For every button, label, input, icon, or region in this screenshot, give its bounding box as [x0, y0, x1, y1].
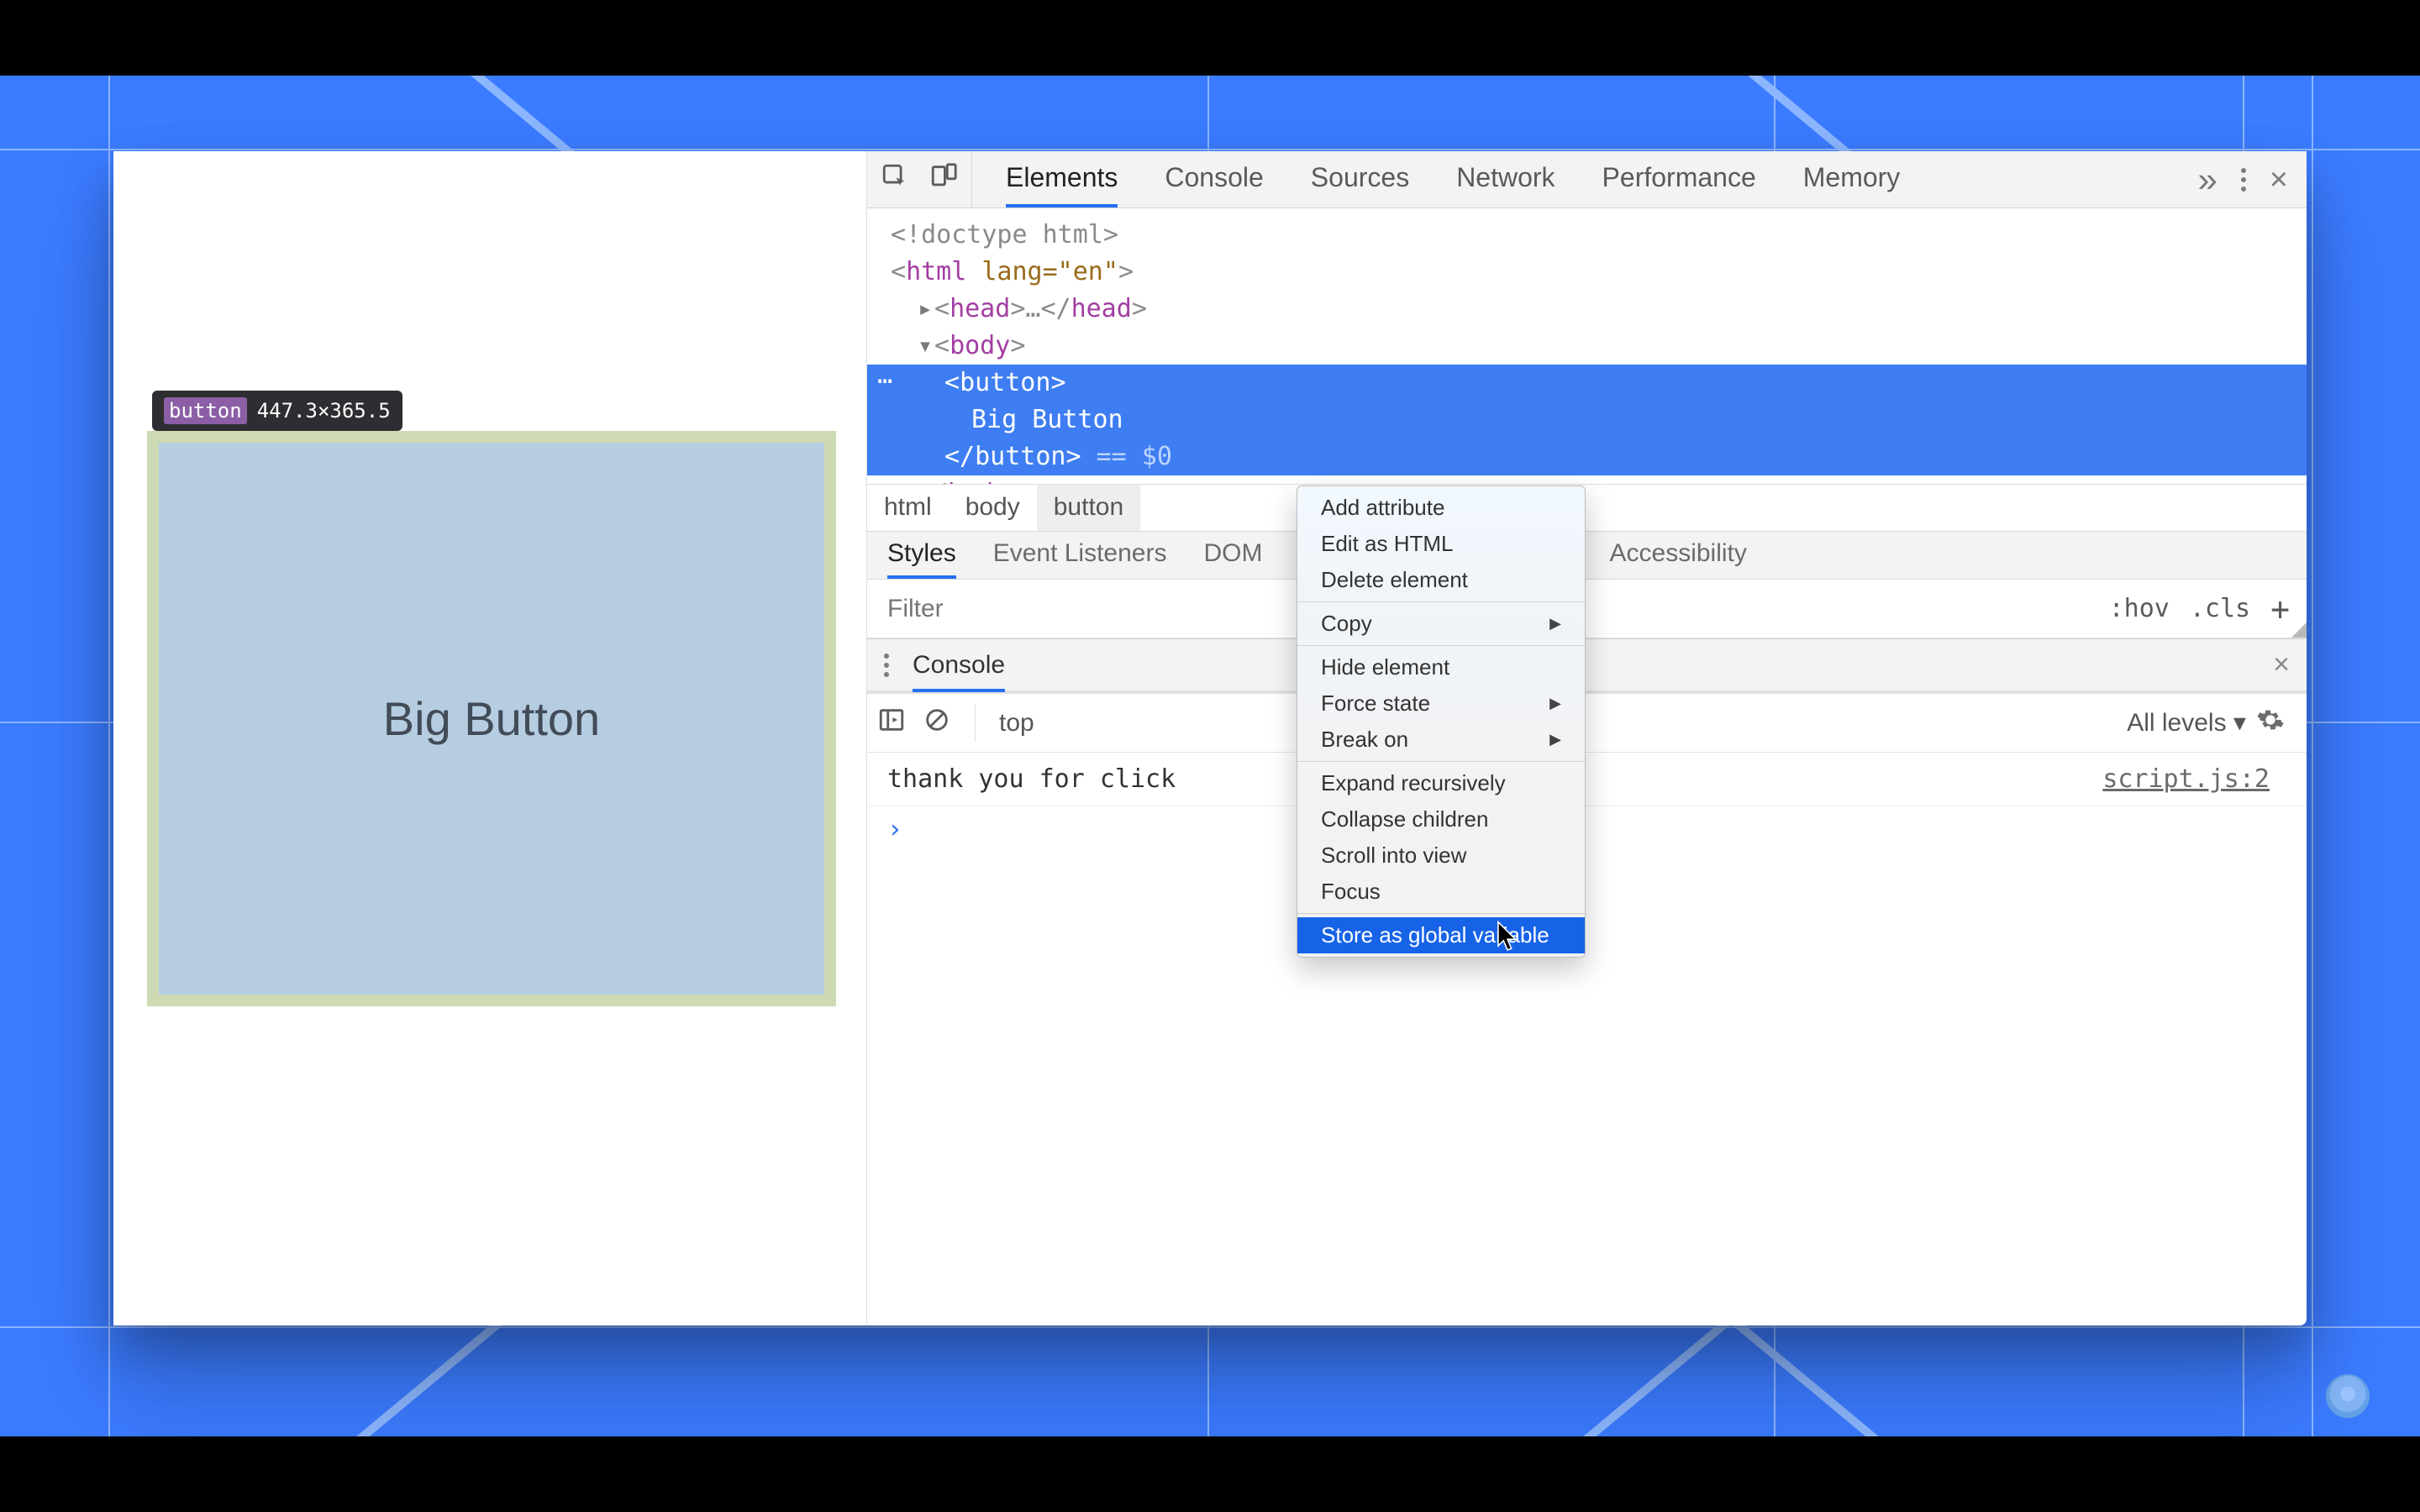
chrome-logo-icon [2326, 1374, 2370, 1418]
tab-console[interactable]: Console [1165, 151, 1263, 207]
dom-selected-node[interactable]: ⋯ <button> Big Button </button> == $0 [867, 365, 2307, 475]
crumb-button[interactable]: button [1037, 485, 1140, 531]
slide-canvas: button 447.3×365.5 Big Button Ele [0, 76, 2420, 1436]
ctx-collapse-children[interactable]: Collapse children [1297, 801, 1585, 837]
dom-tree[interactable]: <!doctype html> <html lang="en"> ▸<head>… [867, 208, 2307, 484]
ctx-force-state[interactable]: Force state [1297, 685, 1585, 722]
tab-sources[interactable]: Sources [1311, 151, 1409, 207]
console-output[interactable]: thank you for click script.js:2 › [867, 753, 2307, 853]
tab-performance[interactable]: Performance [1602, 151, 1756, 207]
inspect-element-icon[interactable] [881, 162, 909, 197]
console-prompt[interactable]: › [867, 806, 2307, 853]
ctx-add-attribute[interactable]: Add attribute [1297, 490, 1585, 526]
ctx-break-on[interactable]: Break on [1297, 722, 1585, 758]
device-toggle-icon[interactable] [929, 162, 958, 197]
close-devtools-icon[interactable]: × [2270, 164, 2288, 196]
ctx-copy[interactable]: Copy [1297, 606, 1585, 642]
devtools-tablist: Elements Console Sources Network Perform… [972, 151, 1933, 207]
crumb-html[interactable]: html [867, 485, 949, 531]
ctx-edit-as-html[interactable]: Edit as HTML [1297, 526, 1585, 562]
crumb-body[interactable]: body [949, 485, 1037, 531]
ctx-scroll-into-view[interactable]: Scroll into view [1297, 837, 1585, 874]
console-toolbar: top All levels ▾ [867, 694, 2307, 753]
big-button-label: Big Button [383, 691, 600, 746]
console-log-source[interactable]: script.js:2 [2102, 764, 2286, 794]
clear-console-icon[interactable] [923, 706, 951, 741]
tab-elements[interactable]: Elements [1006, 151, 1118, 207]
drawer-menu-icon[interactable] [884, 654, 889, 677]
ctx-focus[interactable]: Focus [1297, 874, 1585, 910]
drawer-title[interactable]: Console [913, 641, 1005, 692]
devtools-tabstrip: Elements Console Sources Network Perform… [867, 151, 2307, 208]
more-tabs-icon[interactable] [2197, 160, 2217, 200]
subtab-event-listeners[interactable]: Event Listeners [993, 532, 1167, 579]
ctx-store-as-global[interactable]: Store as global variable [1297, 917, 1585, 953]
inspect-tooltip: button 447.3×365.5 [152, 391, 402, 431]
styles-filter-row: :hov .cls + [867, 580, 2307, 638]
console-settings-icon[interactable] [2256, 706, 2285, 741]
subtab-styles[interactable]: Styles [887, 532, 956, 579]
cls-toggle[interactable]: .cls [2190, 594, 2250, 623]
dom-breadcrumb: html body button [867, 484, 2307, 531]
subtab-accessibility[interactable]: Accessibility [1610, 532, 1747, 579]
dom-doctype: <!doctype html> [891, 220, 1118, 249]
resize-handle-icon[interactable] [2291, 622, 2307, 638]
close-drawer-icon[interactable]: × [2273, 648, 2290, 681]
ctx-delete-element[interactable]: Delete element [1297, 562, 1585, 598]
hov-toggle[interactable]: :hov [2109, 594, 2170, 623]
log-level-select[interactable]: All levels ▾ [2127, 708, 2246, 738]
context-menu: Add attribute Edit as HTML Delete elemen… [1297, 486, 1586, 958]
execution-context[interactable]: top [999, 709, 1034, 738]
kebab-menu-icon[interactable] [2241, 168, 2246, 192]
styles-subtabs: Styles Event Listeners DOM rties Accessi… [867, 531, 2307, 580]
subtab-dom-breakpoints[interactable]: DOM [1203, 532, 1269, 579]
inspect-tooltip-tag: button [164, 397, 247, 424]
console-sidebar-toggle-icon[interactable] [877, 706, 906, 741]
tab-network[interactable]: Network [1456, 151, 1555, 207]
console-drawer-header: Console × [867, 638, 2307, 694]
demo-window: button 447.3×365.5 Big Button Ele [113, 151, 2307, 1326]
ctx-expand-recursively[interactable]: Expand recursively [1297, 765, 1585, 801]
ctx-hide-element[interactable]: Hide element [1297, 649, 1585, 685]
console-log-text: thank you for click [887, 764, 1176, 794]
browser-page: button 447.3×365.5 Big Button [113, 151, 866, 1326]
inspect-tooltip-dims: 447.3×365.5 [257, 399, 391, 423]
tab-memory[interactable]: Memory [1803, 151, 1901, 207]
devtools-panel: Elements Console Sources Network Perform… [866, 151, 2307, 1326]
console-log-line[interactable]: thank you for click script.js:2 [867, 753, 2307, 806]
big-button[interactable]: Big Button [147, 431, 836, 1006]
new-style-rule-icon[interactable]: + [2270, 593, 2290, 625]
